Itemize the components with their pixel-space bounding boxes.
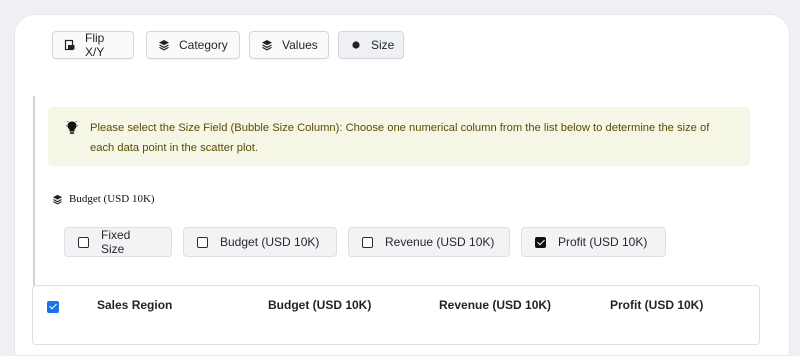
- size-field-notice: Please select the Size Field (Bubble Siz…: [48, 107, 750, 166]
- lightbulb-icon: [66, 120, 78, 136]
- checkbox[interactable]: [78, 236, 89, 248]
- notice-text: Please select the Size Field (Bubble Siz…: [90, 122, 710, 154]
- flip-xy-button[interactable]: Flip X/Y: [52, 31, 134, 59]
- size-option-budget[interactable]: Budget (USD 10K): [183, 227, 337, 257]
- table-header: Sales Region Budget (USD 10K) Revenue (U…: [33, 286, 759, 326]
- size-option-fixed-size[interactable]: Fixed Size: [64, 227, 172, 257]
- layers-icon: [158, 39, 170, 51]
- selected-field-label: Budget (USD 10K): [69, 193, 155, 205]
- column-header[interactable]: Budget (USD 10K): [268, 298, 371, 312]
- checkbox[interactable]: [362, 236, 373, 248]
- category-label: Category: [179, 38, 228, 52]
- layers-icon: [261, 39, 273, 51]
- column-header[interactable]: Profit (USD 10K): [610, 298, 703, 312]
- checkbox[interactable]: [197, 236, 208, 248]
- size-button[interactable]: Size: [338, 31, 404, 59]
- values-button[interactable]: Values: [249, 31, 329, 59]
- dot-icon: [350, 39, 362, 51]
- column-header[interactable]: Revenue (USD 10K): [439, 298, 551, 312]
- section-divider: [33, 96, 35, 292]
- selected-field-tag: Budget (USD 10K): [52, 190, 155, 208]
- data-table: Sales Region Budget (USD 10K) Revenue (U…: [32, 285, 760, 345]
- layers-icon: [52, 194, 63, 205]
- size-option-revenue[interactable]: Revenue (USD 10K): [348, 227, 510, 257]
- size-label: Size: [371, 38, 395, 52]
- option-label: Profit (USD 10K): [558, 235, 648, 249]
- category-button[interactable]: Category: [146, 31, 240, 59]
- checkbox-checked[interactable]: [535, 236, 546, 248]
- values-label: Values: [282, 38, 318, 52]
- option-label: Budget (USD 10K): [220, 235, 320, 249]
- column-header[interactable]: Sales Region: [97, 298, 172, 312]
- size-option-profit[interactable]: Profit (USD 10K): [521, 227, 666, 257]
- flip-xy-label: Flip X/Y: [85, 31, 105, 59]
- flip-icon: [64, 39, 76, 51]
- select-all-checkbox[interactable]: [47, 301, 59, 313]
- option-label: Fixed Size: [101, 228, 131, 256]
- option-label: Revenue (USD 10K): [385, 235, 495, 249]
